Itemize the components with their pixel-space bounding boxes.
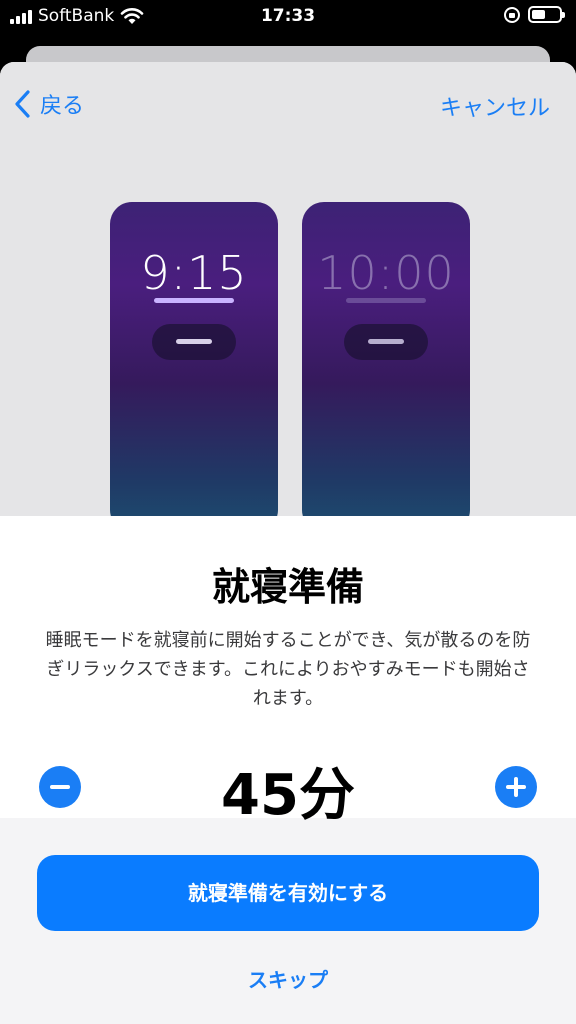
page-title: 就寝準備 bbox=[211, 565, 364, 609]
battery-icon bbox=[528, 6, 565, 23]
increase-button[interactable] bbox=[495, 766, 537, 808]
preview-indicator-line bbox=[154, 298, 234, 303]
preview-indicator-line bbox=[346, 298, 426, 303]
back-label: 戻る bbox=[40, 94, 85, 119]
preview-time-after: 10:00 bbox=[317, 246, 455, 300]
lockscreen-preview-after: 10:00 bbox=[302, 202, 470, 516]
cancel-button[interactable]: キャンセル bbox=[440, 90, 550, 122]
back-button[interactable]: 戻る bbox=[12, 88, 84, 120]
enable-wind-down-button[interactable]: 就寝準備を有効にする bbox=[37, 855, 539, 931]
preview-pill bbox=[344, 324, 428, 360]
preview-area: 戻る キャンセル 9:15 10:00 bbox=[0, 62, 576, 516]
status-time: 17:33 bbox=[260, 6, 316, 26]
status-right bbox=[504, 6, 565, 23]
battery-fill bbox=[532, 10, 545, 19]
chevron-left-icon bbox=[15, 90, 30, 118]
duration-value: 45分 bbox=[221, 763, 355, 828]
status-bar: SoftBank 17:33 bbox=[0, 0, 576, 34]
orientation-lock-icon bbox=[504, 6, 520, 23]
preview-pill bbox=[152, 324, 236, 360]
skip-button[interactable]: スキップ bbox=[0, 964, 576, 993]
modal-sheet: 戻る キャンセル 9:15 10:00 就寝準備 睡眠モードを就寝前に開始するこ… bbox=[0, 62, 576, 1024]
preview-time-before: 9:15 bbox=[140, 246, 248, 300]
description-text: 睡眠モードを就寝前に開始することができ、気が散るのを防ぎリラックスできます。これ… bbox=[45, 630, 531, 709]
lockscreen-preview-before: 9:15 bbox=[110, 202, 278, 516]
